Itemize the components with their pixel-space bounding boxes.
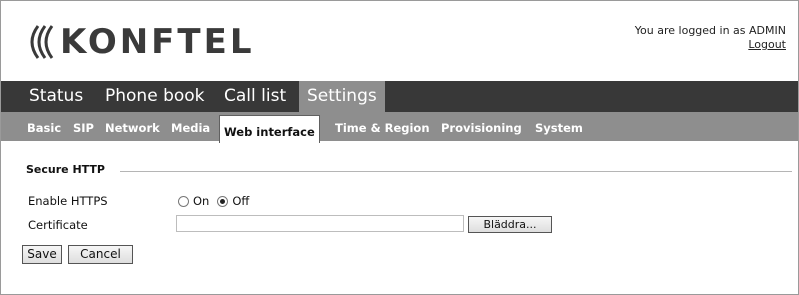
tab-phone-book[interactable]: Phone book [97, 81, 213, 112]
subtab-basic[interactable]: Basic [23, 112, 65, 141]
subtab-network[interactable]: Network [101, 112, 164, 141]
https-radio-group: On Off [178, 194, 257, 208]
save-button[interactable]: Save [22, 245, 62, 264]
logo-text: KONFTEL [60, 22, 255, 62]
session-info: You are logged in as ADMIN Logout [635, 24, 786, 52]
certificate-file-input[interactable] [176, 215, 464, 232]
logged-in-text: You are logged in as ADMIN [634, 24, 786, 37]
enable-https-label: Enable HTTPS [28, 194, 108, 208]
subtab-provisioning[interactable]: Provisioning [437, 112, 526, 141]
https-off-radio[interactable] [217, 195, 229, 207]
certificate-label: Certificate [28, 218, 88, 232]
browse-button[interactable]: Bläddra... [468, 216, 552, 233]
https-off-label[interactable]: Off [232, 194, 249, 208]
section-divider [120, 171, 792, 172]
settings-subnavigation: Basic SIP Network Media Web interface Ti… [1, 112, 798, 143]
subtab-sip[interactable]: SIP [69, 112, 98, 141]
main-navigation: Status Phone book Call list Settings [1, 81, 798, 112]
subtab-media[interactable]: Media [167, 112, 214, 141]
tab-settings[interactable]: Settings [299, 81, 385, 112]
https-on-radio[interactable] [178, 195, 189, 207]
logout-link[interactable]: Logout [748, 38, 786, 52]
https-on-label[interactable]: On [193, 194, 209, 208]
cancel-button[interactable]: Cancel [68, 245, 133, 264]
tab-status[interactable]: Status [21, 81, 91, 112]
sound-waves-icon [30, 25, 54, 59]
tab-call-list[interactable]: Call list [216, 81, 294, 112]
section-title: Secure HTTP [26, 163, 105, 176]
subtab-web-interface[interactable]: Web interface [219, 115, 320, 143]
konftel-logo: KONFTEL [28, 22, 255, 62]
subtab-system[interactable]: System [531, 112, 587, 141]
subtab-time-region[interactable]: Time & Region [331, 112, 434, 141]
